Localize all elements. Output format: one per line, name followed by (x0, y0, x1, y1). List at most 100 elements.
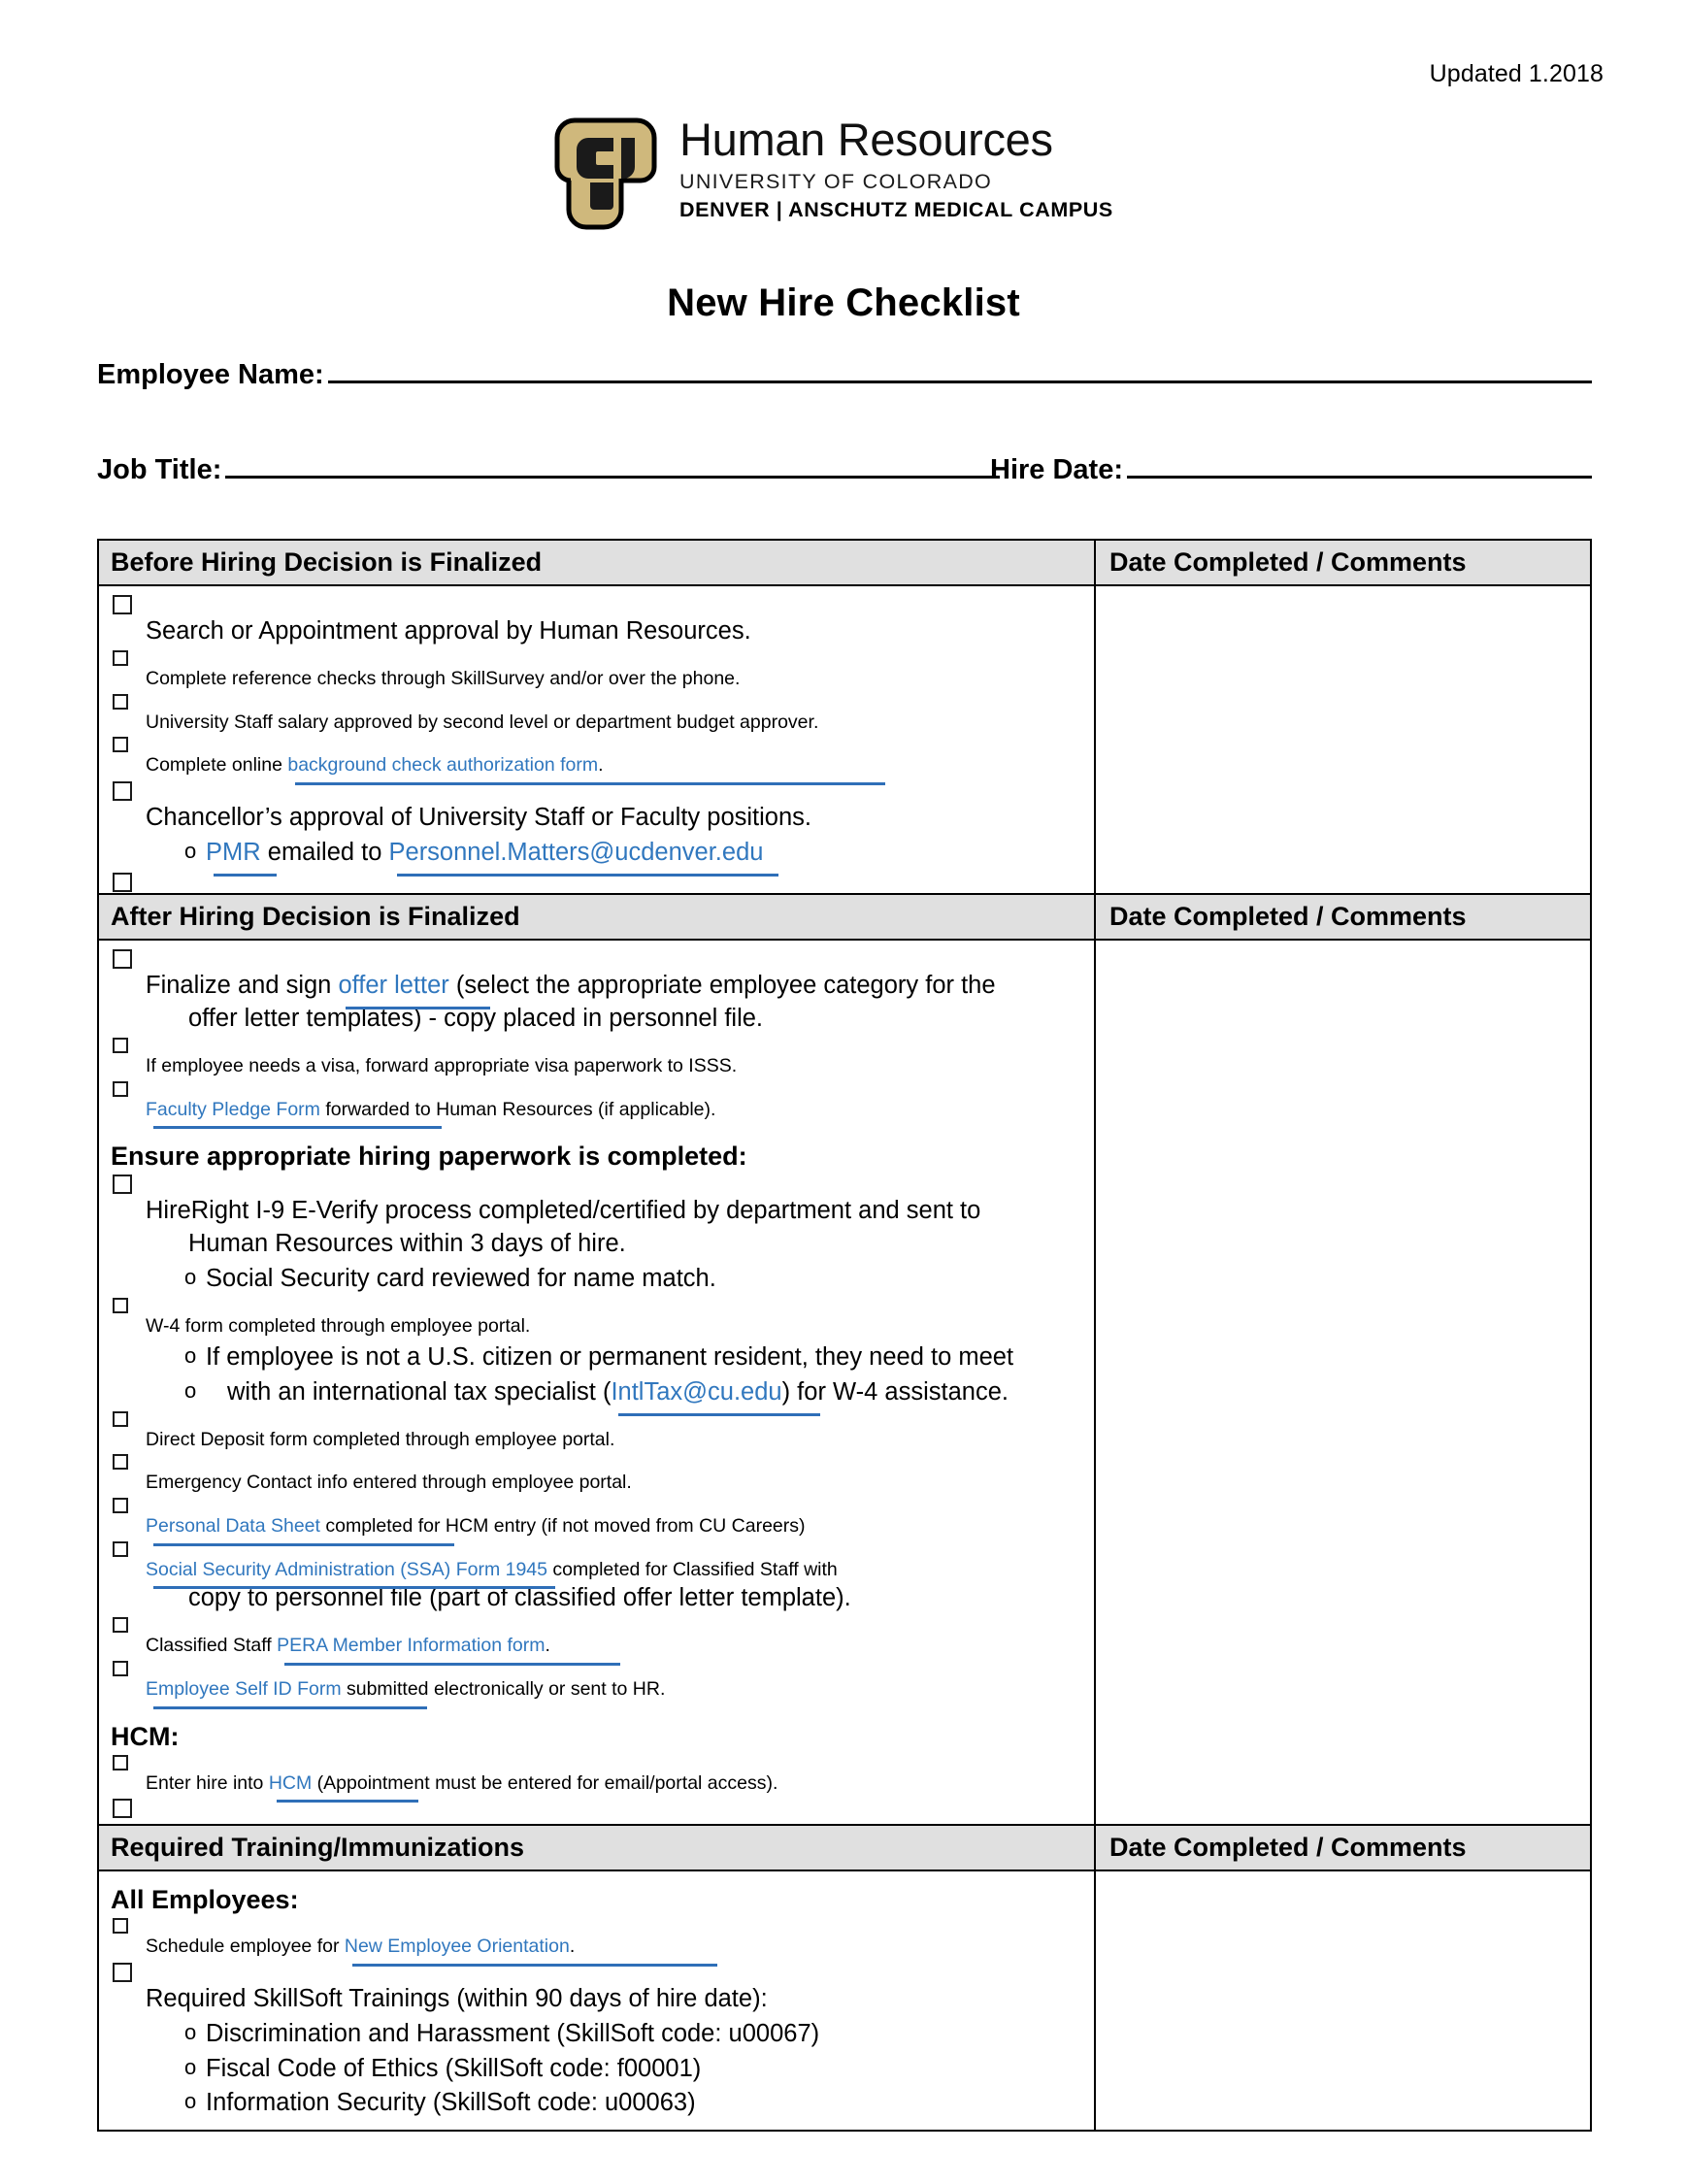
text-run: University Staff salary approved by seco… (146, 711, 819, 733)
item-line: Faculty Pledge Form forwarded to Human R… (146, 1098, 715, 1129)
item-line: Human Resources within 3 days of hire. (146, 1228, 1084, 1261)
subsection-heading-hcm: HCM: (111, 1721, 180, 1751)
text-run: Classified Staff (146, 1635, 278, 1657)
checkbox[interactable] (113, 872, 132, 892)
section-title: Before Hiring Decision is Finalized (99, 541, 1096, 584)
document-link[interactable]: HCM (269, 1771, 420, 1803)
job-title-label: Job Title: (97, 454, 222, 485)
text-run: Chancellor’s approval of University Staf… (146, 804, 811, 832)
document-link[interactable]: Social Security Administration (SSA) For… (146, 1558, 555, 1590)
section-header-row: After Hiring Decision is Finalized Date C… (99, 895, 1590, 941)
checkbox[interactable] (113, 1540, 128, 1557)
logo-campus: DENVER | ANSCHUTZ MEDICAL CAMPUS (679, 197, 1113, 221)
document-link[interactable]: Faculty Pledge Form (146, 1098, 442, 1129)
checklist-item-text: Emergency Contact info entered through e… (146, 1453, 1084, 1496)
item-line: Classified Staff PERA Member Information… (146, 1634, 620, 1666)
item-line: offer letter templates) - copy placed in… (146, 1003, 1084, 1036)
sub-bullet-continuation: with an international tax specialist (In… (146, 1376, 1084, 1416)
checklist-item: Complete reference checks through SkillS… (111, 649, 1084, 692)
checkbox[interactable] (113, 1918, 128, 1934)
text-run: Human Resources within 3 days of hire. (188, 1230, 626, 1258)
text-run: Complete online (146, 754, 288, 777)
checklist-item-text: W-4 form completed through employee port… (146, 1297, 1084, 1340)
text-run: Direct Deposit form completed through em… (146, 1428, 615, 1450)
checklist-item: Personal Data Sheet completed for HCM en… (111, 1497, 1084, 1546)
document-link[interactable]: offer letter (338, 970, 491, 1009)
checkbox[interactable] (113, 1799, 132, 1819)
checkbox[interactable] (113, 1617, 128, 1634)
job-title-row: Job Title: (97, 447, 1000, 486)
checklist-item: Faculty Pledge Form forwarded to Human R… (111, 1080, 1084, 1129)
checkbox[interactable] (113, 693, 128, 710)
text-run: completed for HCM entry (if not moved fr… (319, 1515, 806, 1538)
item-line: Finalize and sign offer letter (select t… (146, 972, 996, 1009)
item-line: W-4 form completed through employee port… (146, 1315, 530, 1337)
document-link[interactable]: PERA Member Information form (277, 1634, 620, 1666)
checkbox[interactable] (113, 949, 132, 969)
checklist-item: Emergency Contact info entered through e… (111, 1453, 1084, 1496)
document-link[interactable]: background check authorization form (287, 753, 885, 785)
job-title-input[interactable] (225, 447, 1000, 479)
checkbox[interactable] (113, 1037, 128, 1053)
checklist-item-text: HireRight I-9 E-Verify process completed… (146, 1174, 1084, 1261)
checkbox[interactable] (113, 1962, 132, 1982)
logo-unit-name: Human Resources (679, 114, 1053, 165)
checklist-item-text: Personal Data Sheet completed for HCM en… (146, 1497, 1084, 1546)
document-link[interactable]: Personnel.Matters@ucdenver.edu (389, 837, 779, 877)
checkbox[interactable] (113, 1410, 128, 1427)
section-header-row: Required Training/Immunizations Date Comp… (99, 1826, 1590, 1871)
document-link[interactable]: IntlTax@cu.edu (611, 1376, 821, 1416)
checklist-item-text: Required SkillSoft Trainings (within 90 … (146, 1962, 1084, 2016)
text-run: Schedule employee for (146, 1936, 345, 1957)
hire-date-label: Hire Date: (990, 454, 1123, 485)
item-line: Emergency Contact info entered through e… (146, 1472, 632, 1493)
item-line: If employee needs a visa, forward approp… (146, 1055, 737, 1076)
page-title: New Hire Checklist (667, 281, 1020, 324)
sub-bullet: PMR emailed to Personnel.Matters@ucdenve… (146, 837, 1084, 877)
document-link[interactable]: PMR (206, 837, 277, 877)
item-line: Schedule employee for New Employee Orien… (146, 1935, 717, 1967)
text-run: (select the appropriate employee categor… (448, 972, 996, 999)
text-run: with an international tax specialist ( (227, 1377, 612, 1406)
checkbox[interactable] (113, 1754, 128, 1770)
document-link[interactable]: Employee Self ID Form (146, 1677, 427, 1709)
section-body: Finalize and sign offer letter (select t… (99, 941, 1590, 1929)
text-run: Enter hire into (146, 1771, 269, 1794)
sub-bullet: If employee is not a U.S. citizen or per… (146, 1341, 1084, 1374)
employee-name-label: Employee Name: (97, 359, 324, 390)
text-run: (Appointment must be entered for email/p… (312, 1771, 778, 1794)
hire-date-input[interactable] (1127, 447, 1592, 479)
checkbox[interactable] (113, 1080, 128, 1097)
checkbox[interactable] (113, 1454, 128, 1471)
text-run: Discrimination and Harassment (SkillSoft… (206, 2019, 820, 2047)
checkbox[interactable] (113, 649, 128, 666)
checklist-item: Enter hire into HCM (Appointment must be… (111, 1754, 1084, 1803)
checklist-item: Chancellor’s approval of University Staf… (111, 780, 1084, 877)
checklist-item: Finalize and sign offer letter (select t… (111, 948, 1084, 1036)
checklist-item: Required SkillSoft Trainings (within 90 … (111, 1962, 1084, 2121)
logo-university: UNIVERSITY OF COLORADO (679, 169, 993, 193)
checklist-item-text: Enter hire into HCM (Appointment must be… (146, 1754, 1084, 1803)
item-line: Complete reference checks through SkillS… (146, 668, 740, 689)
cu-logo-icon (554, 117, 657, 230)
checkbox[interactable] (113, 1298, 128, 1313)
item-line: University Staff salary approved by seco… (146, 711, 818, 733)
checkbox[interactable] (113, 1498, 128, 1514)
checklist-item-text: Chancellor’s approval of University Staf… (146, 780, 1084, 835)
text-run: ) for W-4 assistance. (781, 1377, 1009, 1406)
checkbox[interactable] (113, 1660, 128, 1676)
checkbox[interactable] (113, 737, 128, 753)
text-run: Information Security (SkillSoft code: u0… (206, 2089, 696, 2117)
checklist-item: Direct Deposit form completed through em… (111, 1410, 1084, 1453)
checkbox[interactable] (113, 595, 132, 614)
document-link[interactable]: Personal Data Sheet (146, 1514, 454, 1546)
text-run: If employee needs a visa, forward approp… (146, 1054, 738, 1076)
comments-cell[interactable] (1096, 1871, 1590, 2130)
document-link[interactable]: New Employee Orientation (345, 1935, 717, 1967)
item-line: Complete online background check authori… (146, 753, 885, 785)
employee-name-input[interactable] (327, 351, 1592, 383)
comments-cell[interactable] (1096, 941, 1590, 1928)
text-run: emailed to (260, 839, 389, 867)
checkbox[interactable] (113, 781, 132, 802)
checkbox[interactable] (113, 1175, 132, 1195)
